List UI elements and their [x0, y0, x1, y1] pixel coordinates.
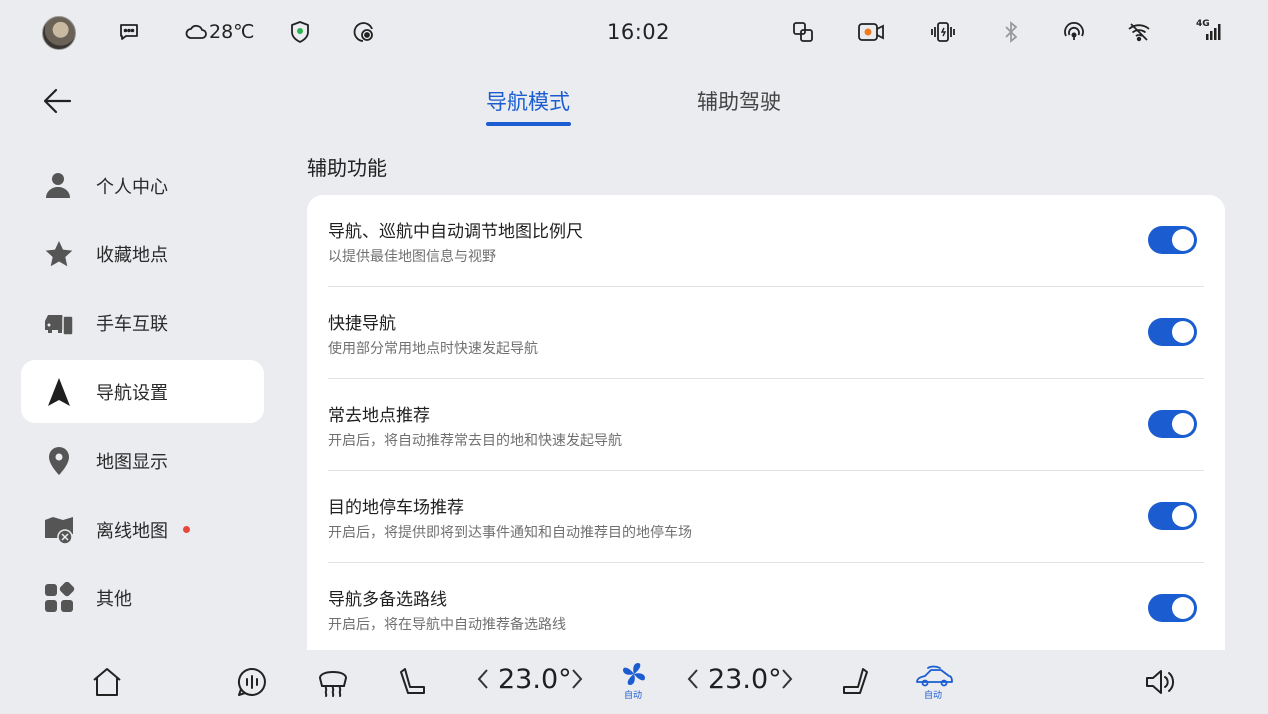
sidebar-item-label: 导航设置	[96, 383, 168, 404]
car-mode-label: 自动	[924, 691, 943, 701]
message-icon[interactable]	[117, 20, 141, 44]
toggle-knob	[1172, 321, 1194, 343]
seat-left-icon[interactable]	[398, 666, 430, 698]
alt-routes-toggle[interactable]	[1148, 594, 1197, 622]
sidebar-item-phone-car[interactable]: 手车互联	[21, 291, 264, 354]
clock: 16:02	[607, 20, 671, 44]
chevron-right-icon[interactable]	[780, 668, 794, 690]
avatar[interactable]	[42, 16, 76, 50]
dashcam-icon[interactable]	[857, 21, 885, 43]
rear-defrost-icon[interactable]	[316, 666, 350, 698]
weather-temperature: 28℃	[209, 21, 255, 43]
settings-card: 导航、巡航中自动调节地图比例尺 以提供最佳地图信息与视野 快捷导航 使用部分常用…	[307, 195, 1225, 655]
tab-active-indicator	[486, 122, 571, 126]
toggle-knob	[1172, 229, 1194, 251]
auto-scale-toggle[interactable]	[1148, 226, 1197, 254]
section-title: 辅助功能	[307, 156, 387, 180]
sidebar-item-label: 离线地图	[96, 521, 168, 542]
phone-car-icon	[43, 307, 75, 339]
wifi-icon[interactable]	[1127, 20, 1151, 44]
sidebar-item-label: 手车互联	[96, 314, 168, 335]
setting-title: 常去地点推荐	[328, 406, 430, 426]
network-type-label: 4G	[1196, 19, 1210, 29]
sidebar-item-nav-settings[interactable]: 导航设置	[21, 360, 264, 423]
tab-driver-assist[interactable]: 辅助驾驶	[697, 86, 781, 116]
setting-subtitle: 开启后，将自动推荐常去目的地和快速发起导航	[328, 433, 622, 449]
setting-row-quick-nav: 快捷导航 使用部分常用地点时快速发起导航	[328, 287, 1204, 379]
setting-title: 导航多备选路线	[328, 590, 447, 610]
hotspot-icon[interactable]	[1062, 20, 1086, 44]
toggle-knob	[1172, 413, 1194, 435]
setting-subtitle: 开启后，将提供即将到达事件通知和自动推荐目的地停车场	[328, 525, 692, 541]
fan-icon[interactable]	[620, 660, 648, 688]
toggle-knob	[1172, 505, 1194, 527]
voice-assistant-icon[interactable]	[236, 666, 268, 698]
setting-row-alt-routes: 导航多备选路线 开启后，将在导航中自动推荐备选路线	[328, 563, 1204, 655]
sidebar-item-offline-map[interactable]: 离线地图	[21, 498, 264, 561]
back-button[interactable]	[40, 84, 76, 118]
grid-icon	[43, 582, 75, 614]
setting-title: 目的地停车场推荐	[328, 498, 464, 518]
sidebar-item-label: 收藏地点	[96, 245, 168, 266]
sidebar-item-label: 其他	[96, 589, 132, 610]
chevron-left-icon[interactable]	[476, 668, 490, 690]
setting-subtitle: 使用部分常用地点时快速发起导航	[328, 341, 538, 357]
setting-row-frequent-places: 常去地点推荐 开启后，将自动推荐常去目的地和快速发起导航	[328, 379, 1204, 471]
cloud-icon	[184, 21, 208, 43]
tab-navigation-mode[interactable]: 导航模式	[486, 86, 570, 116]
bluetooth-icon[interactable]	[1002, 20, 1020, 44]
sidebar-item-map-display[interactable]: 地图显示	[21, 429, 264, 492]
setting-title: 快捷导航	[328, 314, 396, 334]
bottom-bar: 23.0° 自动 23.0° 自动	[0, 650, 1268, 714]
volume-icon[interactable]	[1144, 666, 1178, 698]
phone-vibrate-icon[interactable]	[927, 20, 959, 44]
shield-icon[interactable]	[289, 20, 311, 44]
setting-title: 导航、巡航中自动调节地图比例尺	[328, 222, 583, 242]
quick-nav-toggle[interactable]	[1148, 318, 1197, 346]
temperature-left: 23.0°	[498, 664, 572, 695]
setting-row-parking: 目的地停车场推荐 开启后，将提供即将到达事件通知和自动推荐目的地停车场	[328, 471, 1204, 563]
setting-subtitle: 以提供最佳地图信息与视野	[328, 249, 496, 265]
person-icon	[43, 170, 75, 202]
parking-toggle[interactable]	[1148, 502, 1197, 530]
home-icon[interactable]	[91, 666, 123, 698]
sidebar-item-other[interactable]: 其他	[21, 566, 264, 629]
chevron-left-icon[interactable]	[686, 668, 700, 690]
seat-right-icon[interactable]	[838, 666, 870, 698]
star-icon	[43, 238, 75, 270]
setting-row-auto-scale: 导航、巡航中自动调节地图比例尺 以提供最佳地图信息与视野	[328, 195, 1204, 287]
sidebar-item-label: 地图显示	[96, 452, 168, 473]
status-bar: 28℃ 16:02 4G	[0, 0, 1268, 64]
sidebar-item-label: 个人中心	[96, 177, 168, 198]
setting-subtitle: 开启后，将在导航中自动推荐备选路线	[328, 617, 566, 633]
toggle-knob	[1172, 597, 1194, 619]
chevron-right-icon[interactable]	[570, 668, 584, 690]
sidebar-item-favorites[interactable]: 收藏地点	[21, 222, 264, 285]
car-airflow-icon[interactable]	[914, 664, 954, 690]
offline-map-icon	[43, 514, 75, 546]
frequent-places-toggle[interactable]	[1148, 410, 1197, 438]
sidebar-item-profile[interactable]: 个人中心	[21, 154, 264, 217]
location-target-icon[interactable]	[352, 20, 376, 44]
temperature-right: 23.0°	[708, 664, 782, 695]
fan-mode-label: 自动	[624, 691, 643, 701]
screen-mirror-icon[interactable]	[791, 20, 815, 44]
navigation-arrow-icon	[43, 376, 75, 408]
new-badge	[183, 526, 190, 533]
map-pin-icon	[43, 445, 75, 477]
